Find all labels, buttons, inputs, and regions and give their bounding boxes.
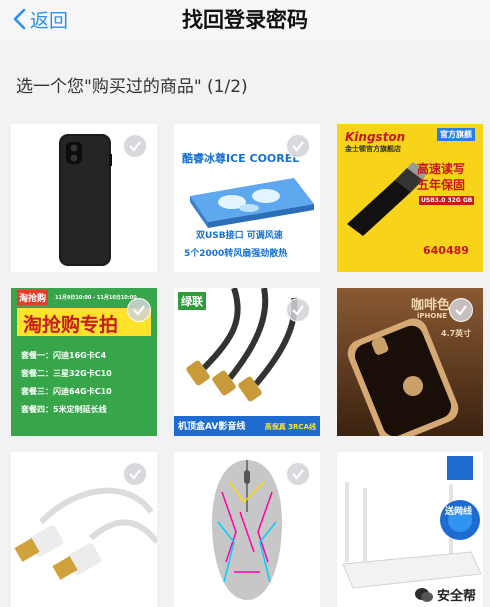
product-tile-phone-case[interactable] — [11, 124, 157, 272]
product-tile-gaming-mouse[interactable] — [174, 452, 320, 607]
kingston-model: USB3.0 32G GB — [419, 196, 475, 205]
promo-option-4: 套餐四：5米定制延长线 — [21, 405, 107, 414]
promo-option-3: 套餐三：闪迪64G卡C10 — [21, 387, 112, 396]
product-tile-laptop-cooler[interactable]: 酷睿冰尊ICE COOREL 双USB接口 可调风速 5个2000转风扇强劲散热 — [174, 124, 320, 272]
question-prompt: 选一个您"购买过的商品" (1/2) — [16, 77, 248, 97]
kingston-sku: 640489 — [423, 244, 469, 257]
navigation-bar: 返回 找回登录密码 — [0, 0, 490, 40]
router-sticker: 送网线 — [445, 507, 473, 517]
select-checkmark-icon — [286, 462, 310, 486]
cooler-feature-1: 双USB接口 可调风速 — [196, 231, 283, 241]
watermark: 安全帮 — [409, 584, 480, 605]
kingston-slogan-2: 五年保固 — [417, 178, 466, 192]
promo-option-2: 套餐二：三星32G卡C10 — [21, 369, 112, 378]
page-title: 找回登录密码 — [182, 8, 308, 32]
select-checkmark-icon — [123, 134, 147, 158]
kingston-slogan-1: 高速读写 — [417, 162, 466, 176]
promo-option-1: 套餐一：闪迪16G卡C4 — [21, 351, 107, 360]
product-tile-kingston-usb[interactable]: Kingston 金士顿官方旗舰店 官方旗舰 高速读写 五年保固 USB3.0 … — [337, 124, 483, 272]
select-checkmark-icon — [123, 462, 147, 486]
cooler-feature-2: 5个2000转风扇强劲散热 — [184, 249, 288, 259]
select-checkmark-icon — [449, 298, 473, 322]
watermark-text: 安全帮 — [436, 589, 476, 604]
promo-date: 11月9日10:00 - 11月10日10:00 — [55, 295, 137, 301]
promo-title: 淘抢购专拍 — [23, 314, 119, 336]
av-caption-tag: 高保真 3RCA线 — [264, 423, 316, 431]
product-tile-usb-cable[interactable] — [11, 452, 157, 607]
product-tile-av-cable[interactable]: 绿联 机顶盒AV影音线 高保真 3RCA线 — [174, 288, 320, 436]
select-checkmark-icon — [127, 298, 151, 322]
av-caption: 机顶盒AV影音线 — [178, 422, 246, 432]
product-tile-gold-phone-case[interactable]: 咖啡色 iPHONE 4.7英寸 — [337, 288, 483, 436]
product-tile-sd-card-promo[interactable]: 淘抢购 11月9日10:00 - 11月10日10:00 淘抢购专拍 套餐一：闪… — [11, 288, 157, 436]
select-checkmark-icon — [286, 298, 310, 322]
promo-logo: 淘抢购 — [17, 290, 49, 305]
select-checkmark-icon — [286, 134, 310, 158]
wechat-icon — [414, 587, 433, 602]
